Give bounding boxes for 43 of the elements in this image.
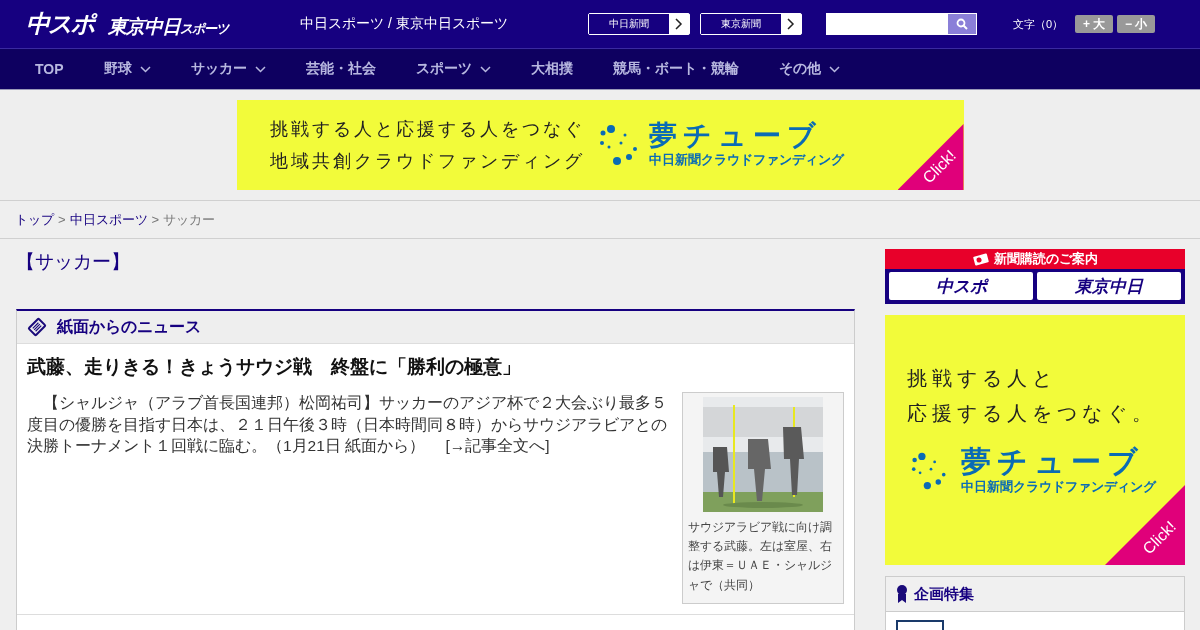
chevron-right-icon (787, 18, 795, 30)
ticket-icon (972, 252, 990, 266)
ad-brand: 夢チューブ (961, 445, 1145, 478)
breadcrumb-link[interactable]: 中日スポーツ (69, 210, 148, 229)
newspaper-link[interactable]: 中日新聞 (588, 13, 690, 35)
newspaper-link[interactable]: 東京新聞 (700, 13, 802, 35)
ribbon-icon (896, 584, 908, 604)
chevron-right-icon (675, 18, 683, 30)
panel-title: 新聞購読のご案内 (994, 250, 1098, 268)
ad-text: 地域共創クラウドファンディング (269, 150, 585, 173)
article-headline[interactable]: 武藤、走りきる！きょうサウジ戦 終盤に「勝利の極意」 (27, 354, 844, 380)
panel-title: 企画特集 (914, 584, 974, 604)
search-button[interactable] (948, 14, 976, 34)
newspaper-logo-button[interactable]: 東京中日 (1037, 272, 1181, 300)
ad-text: 応援する人をつなぐ。 (907, 401, 1158, 426)
nav-item[interactable]: スポーツ (415, 60, 491, 78)
newspaper-icon (27, 317, 47, 337)
current-page-label: サッカー (163, 210, 216, 229)
breadcrumb-link[interactable]: トップ (15, 210, 54, 229)
site-title: 中日スポーツ / 東京中日スポーツ (300, 15, 509, 33)
read-more-link[interactable]: [→記事全文へ] (445, 437, 550, 455)
search-field[interactable] (826, 13, 977, 35)
search-icon (956, 18, 968, 30)
ad-text: 挑戦する人と応援する人をつなぐ (269, 118, 585, 141)
section-title: 紙面からのニュース (57, 316, 201, 337)
ad-brand: 夢チューブ (648, 120, 823, 152)
photo-caption: サウジアラビア戦に向け調整する武藤。左は室屋、右は伊東＝ＵＡＥ・シャルジャで（共同） (688, 519, 833, 594)
page-heading: 【サッカー】 (16, 250, 131, 274)
nav-item[interactable]: サッカー (190, 60, 266, 78)
nav-item[interactable]: TOP (35, 61, 64, 77)
font-size-label: 文字（0） (1013, 16, 1064, 32)
article-text: 【シャルジャ（アラブ首長国連邦）松岡祐司】サッカーのアジア杯で２大会ぶり最多５度目の優勝を目指す日本は、２１日午後３時（日本時間同８時）からサウジアラビアとの決勝トーナメント１回戦に臨む。（1月21日 紙面から） [→記事全文へ] (27, 393, 668, 457)
nav-item[interactable]: 大相撲 (530, 60, 573, 78)
site-logo[interactable]: 東京中日スポーツ (108, 14, 228, 40)
nav-item[interactable]: その他 (778, 60, 840, 78)
newspaper-logo-button[interactable]: 中スポ (889, 272, 1033, 300)
breadcrumb-separator: > (151, 212, 160, 227)
ad-text: 中日新聞クラウドファンディング (648, 151, 844, 170)
nav-item[interactable]: 野球 (103, 60, 151, 78)
nav-item[interactable]: 競馬・ボート・競輪 (612, 60, 739, 78)
breadcrumb-separator: > (58, 212, 66, 227)
nav-item[interactable]: 芸能・社会 (305, 60, 376, 78)
ad-text: 挑戦する人と (907, 366, 1058, 391)
